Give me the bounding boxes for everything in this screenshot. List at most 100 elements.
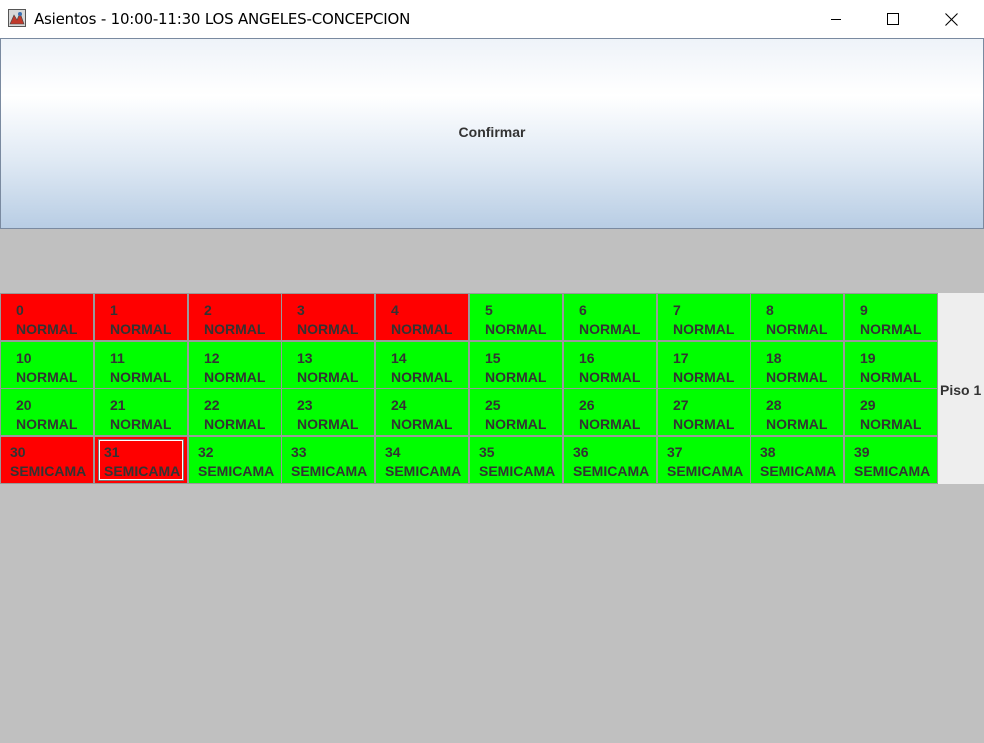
seat-number: 19 xyxy=(860,350,876,366)
seat-number: 27 xyxy=(673,397,689,413)
seat-type: NORMAL xyxy=(579,369,641,385)
seat-button-36[interactable]: 36 SEMICAMA xyxy=(563,436,657,484)
seat-number: 28 xyxy=(766,397,782,413)
seat-type: NORMAL xyxy=(297,369,359,385)
seat-button-15[interactable]: 15 NORMAL xyxy=(469,341,563,389)
seat-button-10[interactable]: 10 NORMAL xyxy=(0,341,94,389)
seat-button-2[interactable]: 2 NORMAL xyxy=(188,293,282,341)
seat-type: NORMAL xyxy=(673,321,735,337)
confirm-button[interactable]: Confirmar xyxy=(0,38,984,229)
seat-type: SEMICAMA xyxy=(573,463,650,479)
seat-type: NORMAL xyxy=(766,416,828,432)
seat-number: 17 xyxy=(673,350,689,366)
seat-type: NORMAL xyxy=(485,369,547,385)
seat-number: 30 xyxy=(10,444,26,460)
seat-type: NORMAL xyxy=(391,416,453,432)
seat-type: NORMAL xyxy=(391,321,453,337)
seat-button-27[interactable]: 27 NORMAL xyxy=(657,388,751,436)
seat-number: 1 xyxy=(110,302,118,318)
seat-button-13[interactable]: 13 NORMAL xyxy=(281,341,375,389)
seat-button-26[interactable]: 26 NORMAL xyxy=(563,388,657,436)
seat-button-20[interactable]: 20 NORMAL xyxy=(0,388,94,436)
seat-button-0[interactable]: 0 NORMAL xyxy=(0,293,94,341)
seat-type: NORMAL xyxy=(297,416,359,432)
seat-button-39[interactable]: 39 SEMICAMA xyxy=(844,436,938,484)
seat-number: 6 xyxy=(579,302,587,318)
floor-label: Piso 1 xyxy=(940,382,982,398)
seat-number: 39 xyxy=(854,444,870,460)
seat-type: NORMAL xyxy=(860,369,922,385)
seat-type: NORMAL xyxy=(485,321,547,337)
seat-button-11[interactable]: 11 NORMAL xyxy=(94,341,188,389)
seat-number: 13 xyxy=(297,350,313,366)
seat-type: SEMICAMA xyxy=(667,463,744,479)
seat-button-28[interactable]: 28 NORMAL xyxy=(750,388,844,436)
seat-button-21[interactable]: 21 NORMAL xyxy=(94,388,188,436)
seat-number: 12 xyxy=(204,350,220,366)
seat-button-29[interactable]: 29 NORMAL xyxy=(844,388,938,436)
seat-type: NORMAL xyxy=(204,416,266,432)
seat-type: NORMAL xyxy=(204,321,266,337)
seat-number: 8 xyxy=(766,302,774,318)
seat-button-23[interactable]: 23 NORMAL xyxy=(281,388,375,436)
seat-type: SEMICAMA xyxy=(104,463,181,479)
seat-type: SEMICAMA xyxy=(10,463,87,479)
seat-button-35[interactable]: 35 SEMICAMA xyxy=(469,436,563,484)
seat-button-25[interactable]: 25 NORMAL xyxy=(469,388,563,436)
seat-type: NORMAL xyxy=(110,369,172,385)
window-title: Asientos - 10:00-11:30 LOS ANGELES-CONCE… xyxy=(34,10,411,28)
seat-number: 21 xyxy=(110,397,126,413)
seat-type: NORMAL xyxy=(766,321,828,337)
seat-button-30[interactable]: 30 SEMICAMA xyxy=(0,436,94,484)
seat-button-6[interactable]: 6 NORMAL xyxy=(563,293,657,341)
seat-type: NORMAL xyxy=(766,369,828,385)
seat-number: 14 xyxy=(391,350,407,366)
seat-number: 38 xyxy=(760,444,776,460)
seat-button-1[interactable]: 1 NORMAL xyxy=(94,293,188,341)
seat-button-5[interactable]: 5 NORMAL xyxy=(469,293,563,341)
seat-button-14[interactable]: 14 NORMAL xyxy=(375,341,469,389)
seat-number: 10 xyxy=(16,350,32,366)
seat-button-18[interactable]: 18 NORMAL xyxy=(750,341,844,389)
title-bar[interactable]: Asientos - 10:00-11:30 LOS ANGELES-CONCE… xyxy=(0,0,984,38)
seat-number: 18 xyxy=(766,350,782,366)
seat-button-4[interactable]: 4 NORMAL xyxy=(375,293,469,341)
seat-type: SEMICAMA xyxy=(385,463,462,479)
seat-number: 25 xyxy=(485,397,501,413)
confirm-button-label: Confirmar xyxy=(458,123,526,140)
floor-panel: Piso 1 xyxy=(938,293,984,484)
seat-type: SEMICAMA xyxy=(479,463,556,479)
seat-number: 36 xyxy=(573,444,589,460)
seat-type: NORMAL xyxy=(297,321,359,337)
seat-number: 37 xyxy=(667,444,683,460)
seat-button-37[interactable]: 37 SEMICAMA xyxy=(657,436,751,484)
seat-number: 31 xyxy=(104,444,120,460)
seat-type: NORMAL xyxy=(673,416,735,432)
seat-button-3[interactable]: 3 NORMAL xyxy=(281,293,375,341)
seat-button-8[interactable]: 8 NORMAL xyxy=(750,293,844,341)
seat-button-19[interactable]: 19 NORMAL xyxy=(844,341,938,389)
seat-number: 7 xyxy=(673,302,681,318)
seat-button-24[interactable]: 24 NORMAL xyxy=(375,388,469,436)
seat-button-34[interactable]: 34 SEMICAMA xyxy=(375,436,469,484)
seat-number: 9 xyxy=(860,302,868,318)
seat-type: NORMAL xyxy=(16,321,78,337)
seat-number: 34 xyxy=(385,444,401,460)
seat-button-7[interactable]: 7 NORMAL xyxy=(657,293,751,341)
seat-button-33[interactable]: 33 SEMICAMA xyxy=(281,436,375,484)
seat-button-22[interactable]: 22 NORMAL xyxy=(188,388,282,436)
seat-button-17[interactable]: 17 NORMAL xyxy=(657,341,751,389)
seat-button-9[interactable]: 9 NORMAL xyxy=(844,293,938,341)
seat-number: 29 xyxy=(860,397,876,413)
seat-button-16[interactable]: 16 NORMAL xyxy=(563,341,657,389)
seat-button-32[interactable]: 32 SEMICAMA xyxy=(188,436,282,484)
seat-button-12[interactable]: 12 NORMAL xyxy=(188,341,282,389)
close-button[interactable] xyxy=(922,0,980,38)
seat-number: 22 xyxy=(204,397,220,413)
seat-button-38[interactable]: 38 SEMICAMA xyxy=(750,436,844,484)
seat-type: NORMAL xyxy=(579,321,641,337)
minimize-button[interactable] xyxy=(807,0,865,38)
seat-type: NORMAL xyxy=(860,416,922,432)
maximize-button[interactable] xyxy=(864,0,922,38)
seat-button-31[interactable]: 31 SEMICAMA xyxy=(94,436,188,484)
